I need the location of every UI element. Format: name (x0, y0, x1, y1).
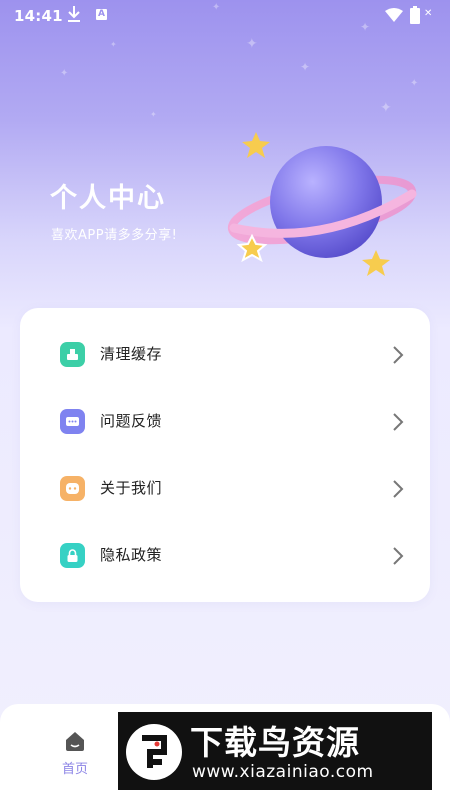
sparkle-icon: ✦ (150, 110, 157, 119)
planet-illustration-icon (227, 132, 417, 276)
battery-status-text: ✕ (424, 8, 433, 19)
accessibility-badge-icon: A (96, 9, 107, 20)
smile-about-icon (60, 476, 85, 501)
bird-logo-icon (126, 724, 182, 780)
watermark-url: www.xiazainiao.com (192, 762, 374, 782)
lock-privacy-icon (60, 543, 85, 568)
page-title: 个人中心 (50, 183, 166, 214)
chevron-right-icon (393, 547, 404, 565)
menu-item-privacy-policy[interactable]: 隐私政策 (20, 525, 430, 585)
sparkle-icon: ✦ (380, 100, 392, 116)
menu-item-clear-cache[interactable]: 清理缓存 (20, 324, 430, 384)
menu-item-about-us[interactable]: 关于我们 (20, 458, 430, 518)
menu-item-feedback[interactable]: 问题反馈 (20, 391, 430, 451)
menu-item-label: 问题反馈 (100, 412, 163, 430)
chevron-right-icon (393, 480, 404, 498)
page-subtitle: 喜欢APP请多多分享! (51, 228, 178, 243)
menu-item-label: 清理缓存 (100, 345, 163, 363)
sparkle-icon: ✦ (360, 20, 371, 34)
sparkle-icon: ✦ (300, 60, 311, 74)
sparkle-icon: ✦ (60, 68, 69, 79)
status-time: 14:41 (14, 7, 63, 25)
chevron-right-icon (393, 413, 404, 431)
chevron-right-icon (393, 346, 404, 364)
battery-icon (410, 6, 420, 24)
watermark-title: 下载鸟资源 (190, 723, 360, 762)
status-bar: 14:41 A ✕ (0, 0, 450, 32)
nav-tab-label: 首页 (61, 762, 88, 777)
sparkle-icon: ✦ (110, 40, 117, 49)
nav-tab-home[interactable]: 首页 (40, 726, 110, 786)
download-icon (68, 6, 80, 22)
menu-card: 清理缓存 问题反馈 关于我们 隐私政策 (20, 308, 430, 602)
feedback-chat-icon (60, 409, 85, 434)
broom-clean-icon (60, 342, 85, 367)
menu-item-label: 隐私政策 (100, 546, 163, 564)
sparkle-icon: ✦ (212, 2, 221, 13)
wifi-icon (385, 8, 403, 22)
sparkle-icon: ✦ (410, 78, 419, 89)
menu-item-label: 关于我们 (100, 479, 163, 497)
home-icon (66, 732, 84, 751)
watermark-banner: 下载鸟资源 www.xiazainiao.com (118, 712, 432, 790)
sparkle-icon: ✦ (246, 36, 258, 52)
